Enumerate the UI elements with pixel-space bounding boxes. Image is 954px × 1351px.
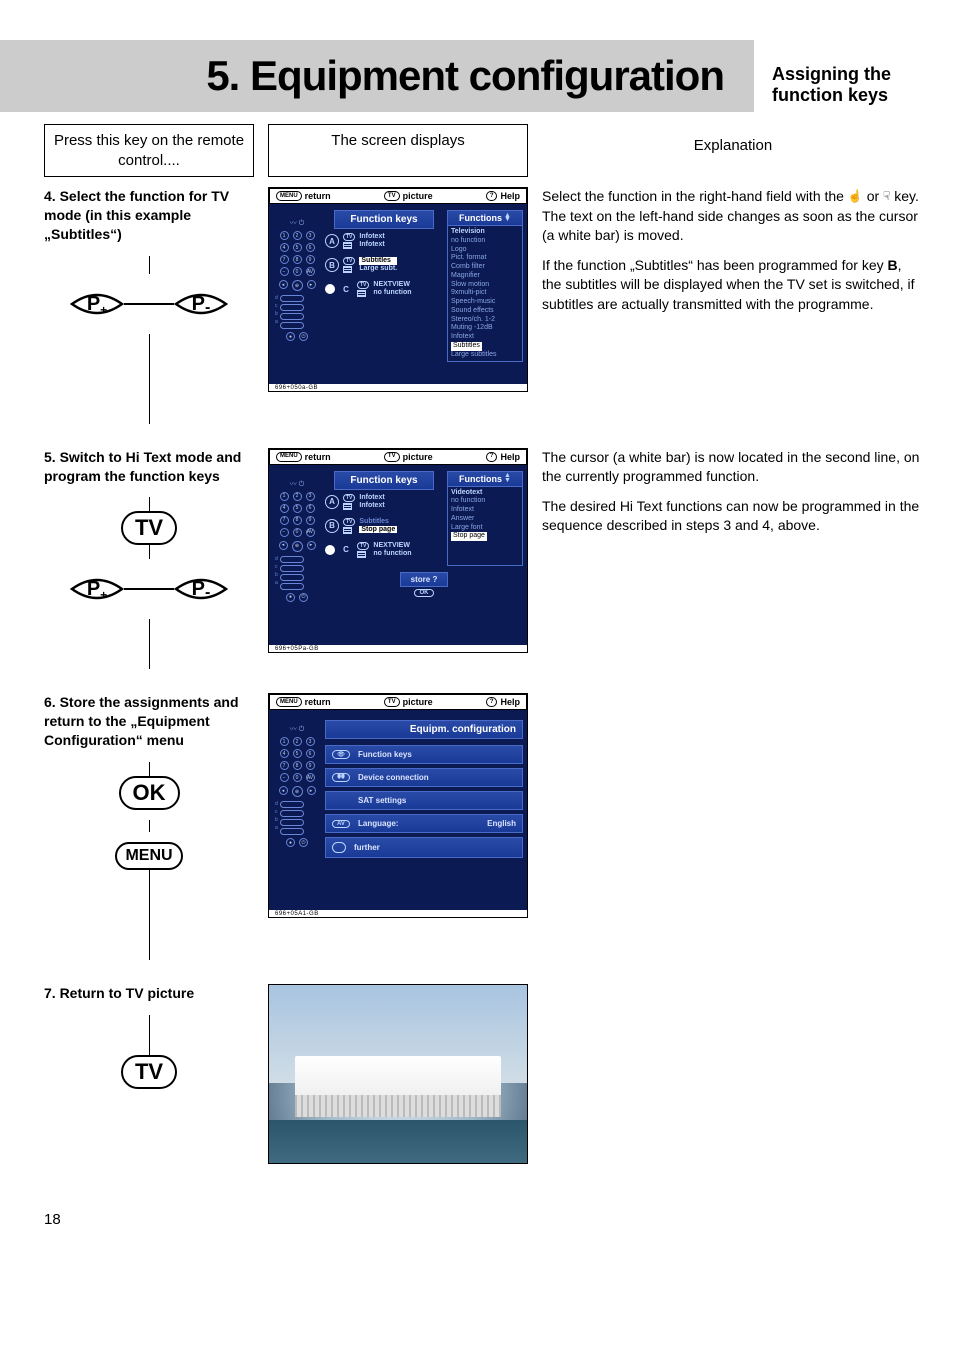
functions-title: Functions (459, 213, 502, 223)
step-7-title: 7. Return to TV picture (44, 984, 254, 1003)
menu-sat-settings: xSAT settings (325, 791, 523, 810)
osd-ref-code: 696+05Pa-GB (269, 645, 527, 652)
ok-icon: OK (414, 589, 434, 597)
flow-line (149, 256, 150, 274)
osd-panel-title: Function keys (334, 471, 434, 490)
key-p-plus[interactable]: P+ (70, 284, 124, 324)
step-7-tv-picture (268, 984, 528, 1164)
step-6-explanation (542, 693, 924, 960)
step-4-osd: MENU return TV picture ? Help 〰 ⏻ 123 45… (268, 187, 528, 424)
page-number: 18 (44, 1211, 61, 1228)
key-b-row: B TV SubtitlesLarge subt. (325, 257, 443, 273)
flow-line (149, 1015, 150, 1055)
eye-icon: 👁 (332, 750, 350, 759)
flow-line (149, 334, 150, 424)
osd-remote-diagram: 〰 ⏻ 123 456 789 −0AV ◂⊕▸ dcba ●⏻ (275, 479, 319, 605)
osd-remote-diagram: 〰 ⏻ 123 456 789 −0AV ◂⊕▸ dcba ●⏻ (275, 724, 319, 850)
step-4-title: 4. Select the function for TV mode (in t… (44, 187, 254, 244)
selected-function: Stop page (451, 532, 487, 541)
osd-remote-diagram: 〰 ⏻ 123 456 789 −0AV ◂⊕▸ dcba ●⏻ (275, 218, 319, 344)
flow-line (149, 619, 150, 669)
blank-icon (332, 842, 346, 853)
help-icon: ? (486, 191, 498, 201)
connector-icon: ⬮⬮ (332, 773, 350, 782)
osd-top-bar: MENU return TV picture ? Help (269, 449, 527, 465)
step-6-osd: MENU return TV picture ? Help 〰 ⏻ 123 45… (268, 693, 528, 960)
hand-up-icon: ☝ (848, 188, 863, 205)
selected-function: Subtitles (451, 342, 482, 351)
hand-down-icon: ☟ (883, 188, 890, 205)
step-5-osd: MENU return TV picture ? Help 〰 ⏻ 123 45… (268, 448, 528, 670)
key-p-plus[interactable]: P+ (70, 569, 124, 609)
column-headers: Press this key on the remote control....… (44, 124, 924, 177)
step-5-row: 5. Switch to Hi Text mode and program th… (44, 448, 924, 670)
key-ok[interactable]: OK (119, 776, 180, 810)
key-menu[interactable]: MENU (115, 842, 182, 870)
banner-margin-block (0, 40, 44, 112)
osd-ref-code: 696+05A1-GB (269, 910, 527, 917)
key-c-row: C TV NEXTVIEWno function (325, 281, 443, 297)
menu-icon: MENU (276, 191, 302, 201)
step-5-title: 5. Switch to Hi Text mode and program th… (44, 448, 254, 486)
help-label: Help (500, 191, 520, 201)
step-6-title: 6. Store the assignments and return to t… (44, 693, 254, 750)
store-prompt: store ? OK (325, 572, 523, 597)
banner-title-bar: 5. Equipment configuration (44, 40, 754, 112)
key-a-row: A TV InfotextInfotext (325, 233, 443, 249)
osd-top-bar: MENU return TV picture ? Help (269, 188, 527, 204)
list-heading: Television (451, 228, 519, 237)
flow-line (149, 762, 150, 776)
key-tv[interactable]: TV (121, 511, 177, 545)
functions-list: Functions▲▼ Videotext no function Infote… (447, 471, 523, 566)
key-p-minus[interactable]: P- (174, 284, 228, 324)
subtitle-line-1: Assigning the (772, 64, 954, 85)
key-connector (124, 588, 174, 590)
return-label: return (305, 191, 331, 201)
osd-ref-code: 696+050a-GB (269, 384, 527, 391)
p-plus-minus-keys: P+ P- (44, 274, 254, 334)
osd-panel-title: Function keys (334, 210, 434, 229)
equip-config-title: Equipm. configuration (325, 720, 523, 739)
av-icon: AV (332, 820, 350, 828)
menu-further: further (325, 837, 523, 858)
step-7-row: 7. Return to TV picture TV (44, 984, 924, 1164)
header-remote: Press this key on the remote control.... (44, 124, 254, 177)
flow-line (149, 870, 150, 960)
menu-function-keys: 👁Function keys (325, 745, 523, 764)
tv-screenshot (268, 984, 528, 1164)
key-p-minus[interactable]: P- (174, 569, 228, 609)
key-tv[interactable]: TV (121, 1055, 177, 1089)
subtitle-line-2: function keys (772, 85, 954, 106)
step-4-row: 4. Select the function for TV mode (in t… (44, 187, 924, 424)
key-connector (124, 303, 174, 305)
step-4-explanation: Select the function in the right-hand fi… (542, 187, 924, 424)
picture-label: picture (403, 191, 433, 201)
flow-line (149, 545, 150, 559)
chapter-subtitle: Assigning the function keys (754, 64, 954, 112)
step-7-explanation (542, 984, 924, 1164)
osd-top-bar: MENU return TV picture ? Help (269, 694, 527, 710)
chapter-banner: 5. Equipment configuration Assigning the… (0, 40, 954, 112)
tv-icon: TV (384, 191, 400, 201)
header-screen: The screen displays (268, 124, 528, 177)
header-explanation: Explanation (542, 124, 924, 177)
chapter-title: 5. Equipment configuration (206, 52, 724, 100)
flow-line (149, 497, 150, 511)
p-plus-minus-keys: P+ P- (44, 559, 254, 619)
step-5-explanation: The cursor (a white bar) is now located … (542, 448, 924, 670)
menu-language: AVLanguage:English (325, 814, 523, 833)
step-6-row: 6. Store the assignments and return to t… (44, 693, 924, 960)
functions-list: Functions▲▼ Television no function Logo … (447, 210, 523, 362)
menu-device-connection: ⬮⬮Device connection (325, 768, 523, 787)
